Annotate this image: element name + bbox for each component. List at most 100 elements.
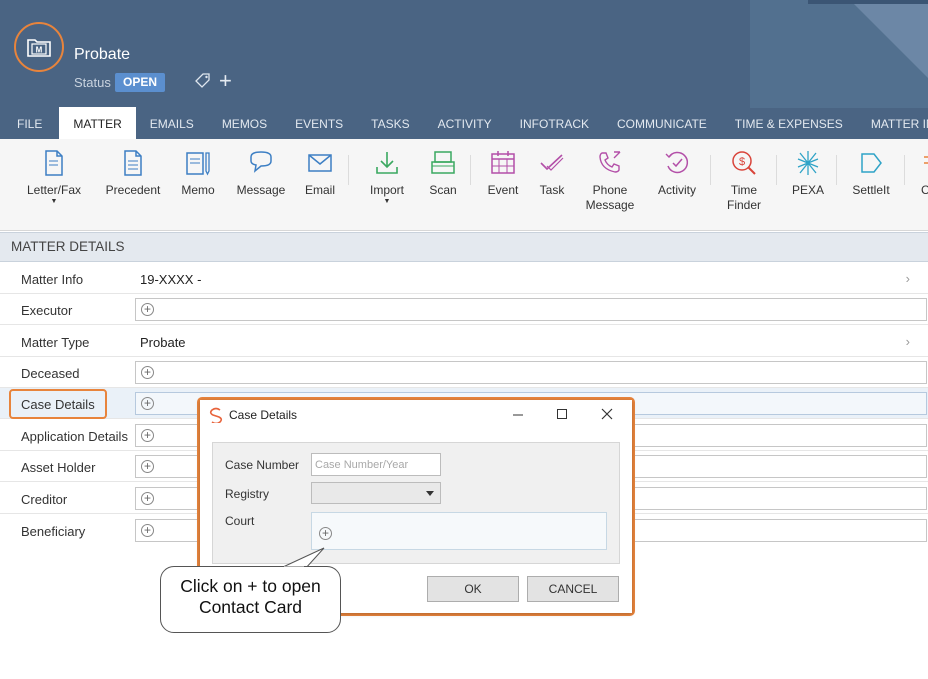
app-logo-icon [208, 407, 224, 426]
ribbon-separator [776, 155, 777, 185]
status-badge[interactable]: OPEN [115, 73, 166, 92]
email-button[interactable]: Email [302, 149, 338, 198]
partial-ribbon-label: C [921, 183, 928, 197]
callout-line-1: Click on + to open [180, 576, 321, 596]
event-button[interactable]: Event [485, 149, 521, 198]
letter-fax-button[interactable]: Letter/Fax ▼ [26, 149, 82, 206]
import-button[interactable]: Import ▼ [366, 149, 408, 206]
add-circle-icon[interactable]: + [141, 397, 154, 410]
tab-infotrack[interactable]: INFOTRACK [506, 107, 603, 139]
settleit-label: SettleIt [852, 183, 890, 197]
close-icon[interactable] [599, 406, 615, 422]
tab-activity[interactable]: ACTIVITY [424, 107, 506, 139]
memo-button[interactable]: Memo [178, 149, 218, 198]
pexa-icon [797, 151, 819, 175]
ribbon-separator [470, 155, 471, 185]
court-field[interactable]: + [311, 512, 607, 550]
settleit-button[interactable]: SettleIt [850, 149, 892, 198]
time-label: Time [730, 183, 758, 197]
activity-label: Activity [657, 183, 696, 197]
ribbon-separator [904, 155, 905, 185]
row-matter-info[interactable]: Matter Info 19-XXXX - › [0, 263, 928, 294]
add-circle-icon[interactable]: + [319, 527, 332, 540]
section-header-matter-details: MATTER DETAILS [0, 232, 928, 262]
tab-file[interactable]: FILE [0, 107, 59, 139]
maximize-icon[interactable] [554, 406, 570, 422]
case-number-input[interactable]: Case Number/Year [311, 453, 441, 476]
phone-message-button[interactable]: Phone Message [586, 149, 634, 213]
scan-label: Scan [429, 183, 457, 197]
matter-number-value: 19-XXXX - [140, 272, 202, 287]
add-tag-icon[interactable]: + [219, 70, 232, 92]
ribbon-separator [836, 155, 837, 185]
pexa-button[interactable]: PEXA [790, 149, 826, 198]
row-label: Application Details [21, 429, 128, 444]
phone-message-label: Message [585, 198, 635, 212]
memo-label: Memo [181, 183, 215, 197]
task-button[interactable]: Task [536, 149, 568, 198]
matter-folder-icon[interactable]: M [14, 22, 64, 72]
calendar-icon [491, 151, 515, 174]
matter-header: M Probate Status OPEN + FILE MATTER EMAI… [0, 0, 928, 139]
header-decoration-corner [850, 0, 928, 78]
tab-matter[interactable]: MATTER [59, 107, 136, 139]
finder-label: Finder [726, 198, 761, 212]
pexa-label: PEXA [791, 183, 824, 197]
activity-button[interactable]: Activity [654, 149, 700, 198]
scan-icon [431, 151, 455, 174]
status-label: Status [74, 75, 111, 90]
dialog-form: Case Number Case Number/Year Registry Co… [212, 442, 620, 564]
callout-line-2: Contact Card [198, 597, 303, 617]
cancel-button[interactable]: CANCEL [527, 576, 619, 602]
chevron-right-icon[interactable]: › [906, 271, 910, 286]
precedent-button[interactable]: Precedent [104, 149, 162, 198]
add-circle-icon[interactable]: + [141, 303, 154, 316]
letter-icon [45, 150, 63, 176]
court-label: Court [225, 514, 255, 528]
precedent-label: Precedent [105, 183, 161, 197]
tab-events[interactable]: EVENTS [281, 107, 357, 139]
deceased-field[interactable]: + [135, 361, 927, 384]
tag-icon[interactable] [194, 72, 212, 93]
add-circle-icon[interactable]: + [141, 366, 154, 379]
row-matter-type[interactable]: Matter Type Probate › [0, 326, 928, 357]
scan-button[interactable]: Scan [426, 149, 460, 198]
ok-button[interactable]: OK [427, 576, 519, 602]
letter-fax-label: Letter/Fax [26, 183, 82, 197]
import-label: Import [369, 183, 404, 197]
svg-text:M: M [36, 46, 43, 55]
chevron-right-icon[interactable]: › [906, 334, 910, 349]
row-label: Deceased [21, 366, 80, 381]
row-label: Matter Info [21, 272, 84, 287]
add-circle-icon[interactable]: + [141, 429, 154, 442]
overflow-ribbon-button[interactable]: C [916, 149, 928, 198]
registry-select[interactable] [311, 482, 441, 504]
executor-field[interactable]: + [135, 298, 927, 321]
phone-icon [599, 151, 621, 173]
message-label: Message [236, 183, 286, 197]
tab-matter-insights[interactable]: MATTER INSIGHTS [857, 107, 928, 139]
tab-tasks[interactable]: TASKS [357, 107, 423, 139]
tab-time-expenses[interactable]: TIME & EXPENSES [721, 107, 857, 139]
dialog-title: Case Details [229, 408, 298, 422]
memo-icon [186, 152, 210, 176]
row-label: Matter Type [21, 335, 90, 350]
ribbon-separator [710, 155, 711, 185]
row-label: Beneficiary [21, 524, 86, 539]
message-button[interactable]: Message [236, 149, 286, 198]
dialog-titlebar[interactable]: Case Details [200, 400, 632, 430]
tab-communicate[interactable]: COMMUNICATE [603, 107, 721, 139]
add-circle-icon[interactable]: + [141, 492, 154, 505]
ribbon-separator [348, 155, 349, 185]
email-label: Email [304, 183, 335, 197]
tab-memos[interactable]: MEMOS [208, 107, 281, 139]
time-finder-button[interactable]: $ Time Finder [724, 149, 764, 213]
row-label: Asset Holder [21, 460, 96, 475]
tab-emails[interactable]: EMAILS [136, 107, 208, 139]
svg-text:$: $ [739, 156, 745, 168]
add-circle-icon[interactable]: + [141, 460, 154, 473]
minimize-icon[interactable] [510, 406, 526, 422]
row-label: Creditor [21, 492, 68, 507]
add-circle-icon[interactable]: + [141, 524, 154, 537]
partial-icon [924, 156, 928, 164]
